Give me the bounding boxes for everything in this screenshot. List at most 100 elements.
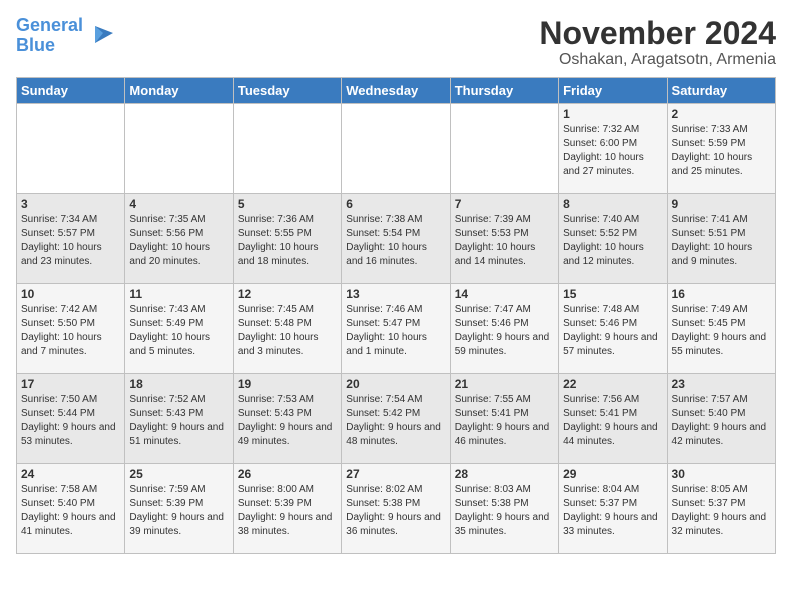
calendar-cell [342, 104, 450, 194]
day-info: Sunrise: 7:32 AM Sunset: 6:00 PM Dayligh… [563, 123, 662, 179]
day-number: 22 [563, 377, 662, 391]
day-info: Sunrise: 7:41 AM Sunset: 5:51 PM Dayligh… [672, 213, 771, 269]
calendar-cell: 12 Sunrise: 7:45 AM Sunset: 5:48 PM Dayli… [233, 284, 341, 374]
calendar-cell: 3 Sunrise: 7:34 AM Sunset: 5:57 PM Daylig… [17, 194, 125, 284]
calendar-cell: 11 Sunrise: 7:43 AM Sunset: 5:49 PM Dayli… [125, 284, 233, 374]
day-info: Sunrise: 7:53 AM Sunset: 5:43 PM Dayligh… [238, 393, 337, 449]
day-info: Sunrise: 7:50 AM Sunset: 5:44 PM Dayligh… [21, 393, 120, 449]
calendar-cell: 6 Sunrise: 7:38 AM Sunset: 5:54 PM Daylig… [342, 194, 450, 284]
day-number: 30 [672, 467, 771, 481]
header-cell-tuesday: Tuesday [233, 78, 341, 104]
day-info: Sunrise: 7:39 AM Sunset: 5:53 PM Dayligh… [455, 213, 554, 269]
day-number: 2 [672, 107, 771, 121]
day-info: Sunrise: 7:45 AM Sunset: 5:48 PM Dayligh… [238, 303, 337, 359]
calendar-cell: 1 Sunrise: 7:32 AM Sunset: 6:00 PM Daylig… [559, 104, 667, 194]
calendar-cell: 22 Sunrise: 7:56 AM Sunset: 5:41 PM Dayli… [559, 374, 667, 464]
day-number: 14 [455, 287, 554, 301]
calendar-cell: 15 Sunrise: 7:48 AM Sunset: 5:46 PM Dayli… [559, 284, 667, 374]
day-number: 4 [129, 197, 228, 211]
header-cell-thursday: Thursday [450, 78, 558, 104]
day-info: Sunrise: 7:54 AM Sunset: 5:42 PM Dayligh… [346, 393, 445, 449]
day-number: 5 [238, 197, 337, 211]
day-info: Sunrise: 7:56 AM Sunset: 5:41 PM Dayligh… [563, 393, 662, 449]
calendar-cell: 7 Sunrise: 7:39 AM Sunset: 5:53 PM Daylig… [450, 194, 558, 284]
calendar-cell: 9 Sunrise: 7:41 AM Sunset: 5:51 PM Daylig… [667, 194, 775, 284]
title-block: November 2024 Oshakan, Aragatsotn, Armen… [539, 16, 776, 69]
day-number: 10 [21, 287, 120, 301]
day-info: Sunrise: 8:02 AM Sunset: 5:38 PM Dayligh… [346, 483, 445, 539]
day-number: 9 [672, 197, 771, 211]
day-info: Sunrise: 8:04 AM Sunset: 5:37 PM Dayligh… [563, 483, 662, 539]
calendar-cell: 29 Sunrise: 8:04 AM Sunset: 5:37 PM Dayli… [559, 464, 667, 554]
day-info: Sunrise: 8:05 AM Sunset: 5:37 PM Dayligh… [672, 483, 771, 539]
day-number: 29 [563, 467, 662, 481]
calendar-week-4: 24Sunrise: 7:58 AM Sunset: 5:40 PM Dayli… [17, 464, 776, 554]
calendar-cell: 18 Sunrise: 7:52 AM Sunset: 5:43 PM Dayli… [125, 374, 233, 464]
calendar-cell: 30 Sunrise: 8:05 AM Sunset: 5:37 PM Dayli… [667, 464, 775, 554]
logo: General Blue [16, 16, 115, 56]
calendar-week-1: 3 Sunrise: 7:34 AM Sunset: 5:57 PM Daylig… [17, 194, 776, 284]
day-number: 1 [563, 107, 662, 121]
page-title: November 2024 [539, 16, 776, 51]
day-number: 12 [238, 287, 337, 301]
day-info: Sunrise: 7:38 AM Sunset: 5:54 PM Dayligh… [346, 213, 445, 269]
calendar-week-0: 1 Sunrise: 7:32 AM Sunset: 6:00 PM Daylig… [17, 104, 776, 194]
calendar-cell: 10 Sunrise: 7:42 AM Sunset: 5:50 PM Dayli… [17, 284, 125, 374]
header-cell-sunday: Sunday [17, 78, 125, 104]
page-header: General Blue November 2024 Oshakan, Arag… [16, 16, 776, 69]
day-number: 17 [21, 377, 120, 391]
day-number: 21 [455, 377, 554, 391]
day-number: 26 [238, 467, 337, 481]
day-number: 23 [672, 377, 771, 391]
day-info: Sunrise: 7:57 AM Sunset: 5:40 PM Dayligh… [672, 393, 771, 449]
header-row: SundayMondayTuesdayWednesdayThursdayFrid… [17, 78, 776, 104]
calendar-cell: 26Sunrise: 8:00 AM Sunset: 5:39 PM Dayli… [233, 464, 341, 554]
calendar-cell: 13Sunrise: 7:46 AM Sunset: 5:47 PM Dayli… [342, 284, 450, 374]
day-number: 18 [129, 377, 228, 391]
calendar-cell: 19Sunrise: 7:53 AM Sunset: 5:43 PM Dayli… [233, 374, 341, 464]
day-number: 27 [346, 467, 445, 481]
calendar-cell: 8Sunrise: 7:40 AM Sunset: 5:52 PM Daylig… [559, 194, 667, 284]
day-number: 16 [672, 287, 771, 301]
calendar-cell: 14Sunrise: 7:47 AM Sunset: 5:46 PM Dayli… [450, 284, 558, 374]
calendar-week-2: 10 Sunrise: 7:42 AM Sunset: 5:50 PM Dayli… [17, 284, 776, 374]
calendar-cell: 17 Sunrise: 7:50 AM Sunset: 5:44 PM Dayli… [17, 374, 125, 464]
calendar-cell: 25Sunrise: 7:59 AM Sunset: 5:39 PM Dayli… [125, 464, 233, 554]
logo-line1: General [16, 15, 83, 35]
day-info: Sunrise: 7:43 AM Sunset: 5:49 PM Dayligh… [129, 303, 228, 359]
day-info: Sunrise: 7:55 AM Sunset: 5:41 PM Dayligh… [455, 393, 554, 449]
header-cell-saturday: Saturday [667, 78, 775, 104]
header-cell-friday: Friday [559, 78, 667, 104]
day-number: 13 [346, 287, 445, 301]
day-info: Sunrise: 7:40 AM Sunset: 5:52 PM Dayligh… [563, 213, 662, 269]
day-info: Sunrise: 7:49 AM Sunset: 5:45 PM Dayligh… [672, 303, 771, 359]
day-info: Sunrise: 7:36 AM Sunset: 5:55 PM Dayligh… [238, 213, 337, 269]
header-cell-monday: Monday [125, 78, 233, 104]
calendar-cell [450, 104, 558, 194]
day-number: 24 [21, 467, 120, 481]
calendar-cell: 16 Sunrise: 7:49 AM Sunset: 5:45 PM Dayli… [667, 284, 775, 374]
day-number: 15 [563, 287, 662, 301]
day-number: 20 [346, 377, 445, 391]
day-info: Sunrise: 7:34 AM Sunset: 5:57 PM Dayligh… [21, 213, 120, 269]
calendar-cell [125, 104, 233, 194]
day-info: Sunrise: 7:35 AM Sunset: 5:56 PM Dayligh… [129, 213, 228, 269]
day-number: 11 [129, 287, 228, 301]
day-info: Sunrise: 7:42 AM Sunset: 5:50 PM Dayligh… [21, 303, 120, 359]
day-number: 6 [346, 197, 445, 211]
calendar-cell: 23 Sunrise: 7:57 AM Sunset: 5:40 PM Dayli… [667, 374, 775, 464]
calendar-cell: 27 Sunrise: 8:02 AM Sunset: 5:38 PM Dayli… [342, 464, 450, 554]
logo-line2: Blue [16, 35, 55, 55]
logo-text: General Blue [16, 16, 83, 56]
calendar-cell: 5 Sunrise: 7:36 AM Sunset: 5:55 PM Daylig… [233, 194, 341, 284]
day-info: Sunrise: 7:52 AM Sunset: 5:43 PM Dayligh… [129, 393, 228, 449]
day-number: 3 [21, 197, 120, 211]
calendar-cell: 21 Sunrise: 7:55 AM Sunset: 5:41 PM Dayli… [450, 374, 558, 464]
day-number: 25 [129, 467, 228, 481]
day-number: 7 [455, 197, 554, 211]
day-info: Sunrise: 7:48 AM Sunset: 5:46 PM Dayligh… [563, 303, 662, 359]
calendar-header: SundayMondayTuesdayWednesdayThursdayFrid… [17, 78, 776, 104]
calendar-table: SundayMondayTuesdayWednesdayThursdayFrid… [16, 77, 776, 554]
day-info: Sunrise: 7:33 AM Sunset: 5:59 PM Dayligh… [672, 123, 771, 179]
header-cell-wednesday: Wednesday [342, 78, 450, 104]
